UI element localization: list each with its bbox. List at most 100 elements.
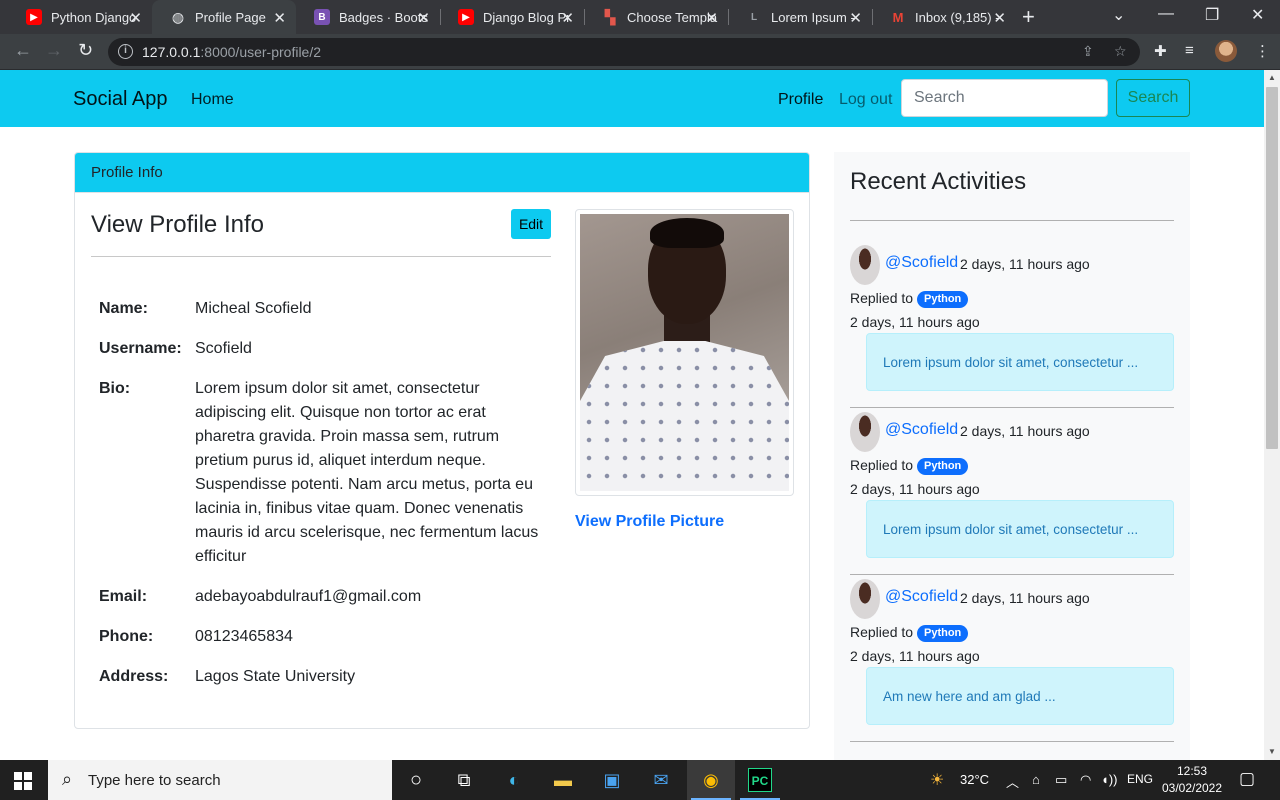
- taskbar-clock[interactable]: 12:53 03/02/2022: [1160, 763, 1224, 797]
- volume-icon[interactable]: ◖)): [1101, 772, 1118, 787]
- window-close-icon[interactable]: ✕: [1251, 5, 1264, 25]
- chrome-icon[interactable]: ◉: [699, 768, 723, 792]
- pycharm-icon[interactable]: PC: [748, 768, 772, 792]
- activity-time: 2 days, 11 hours ago: [960, 256, 1090, 272]
- gmail-icon: M: [892, 9, 904, 25]
- bookmark-star-icon[interactable]: ☆: [1114, 43, 1127, 60]
- tab-django-blog[interactable]: ▶ Django Blog Pr ✕: [440, 0, 584, 34]
- scroll-down-icon[interactable]: ▼: [1268, 747, 1276, 756]
- activity-time: 2 days, 11 hours ago: [850, 648, 980, 664]
- tab-profile-page[interactable]: ◍ Profile Page ✕: [152, 0, 296, 34]
- edge-icon[interactable]: ◐: [502, 768, 526, 792]
- tab-python-django[interactable]: ▶ Python Django ✕: [8, 0, 152, 34]
- url-host: 127.0.0.1: [142, 44, 201, 60]
- mail-icon[interactable]: ✉: [649, 768, 673, 792]
- taskbar-search-box[interactable]: ⌕ Type here to search: [48, 760, 392, 800]
- tab-search-chevron-icon[interactable]: ⌄: [1112, 5, 1125, 25]
- tab-gmail-inbox[interactable]: M Inbox (9,185) - ✕: [872, 0, 1016, 34]
- new-tab-icon[interactable]: +: [1022, 4, 1035, 30]
- forward-icon[interactable]: →: [45, 40, 63, 61]
- weather-icon[interactable]: ☀: [930, 770, 944, 790]
- extensions-icon[interactable]: ✚: [1154, 42, 1167, 60]
- close-icon[interactable]: ✕: [561, 9, 574, 27]
- url-text[interactable]: 127.0.0.1:8000/user-profile/2: [142, 44, 321, 60]
- view-profile-picture-link[interactable]: View Profile Picture: [575, 513, 724, 531]
- card-header: Profile Info: [75, 153, 809, 193]
- address-bar[interactable]: i 127.0.0.1:8000/user-profile/2 ⇪ ☆: [108, 38, 1140, 66]
- activity-message[interactable]: Am new here and am glad ...: [866, 667, 1174, 725]
- reload-icon[interactable]: ↻: [78, 40, 93, 61]
- page-viewport: Social App Home Profile Log out Search P…: [0, 70, 1264, 760]
- back-icon[interactable]: ←: [14, 40, 32, 61]
- scroll-thumb[interactable]: [1266, 87, 1278, 449]
- nav-profile-link[interactable]: Profile: [778, 91, 823, 109]
- url-path: :8000/user-profile/2: [200, 44, 322, 60]
- close-icon[interactable]: ✕: [849, 9, 862, 27]
- page-scrollbar[interactable]: ▲ ▼: [1264, 70, 1280, 760]
- bootstrap-icon: B: [314, 9, 330, 25]
- nav-home-link[interactable]: Home: [191, 91, 234, 109]
- store-icon[interactable]: ▣: [600, 768, 624, 792]
- activity-time: 2 days, 11 hours ago: [850, 314, 980, 330]
- minimize-icon[interactable]: —: [1158, 5, 1174, 23]
- close-icon[interactable]: ✕: [129, 9, 142, 27]
- restore-icon[interactable]: ❐: [1205, 5, 1219, 25]
- activity-item: @Scofield 2 days, 11 hours ago Replied t…: [850, 412, 1174, 579]
- language-indicator[interactable]: ENG: [1127, 772, 1153, 786]
- tray-chevron-icon[interactable]: ︿: [1006, 772, 1019, 791]
- edit-button[interactable]: Edit: [511, 209, 551, 239]
- scroll-up-icon[interactable]: ▲: [1268, 73, 1276, 82]
- network-status-icon[interactable]: ⌂: [1032, 772, 1040, 787]
- wifi-icon[interactable]: ◠: [1080, 772, 1091, 788]
- battery-icon[interactable]: ▭: [1055, 772, 1067, 788]
- tab-bootstrap-badges[interactable]: B Badges · Boots ✕: [296, 0, 440, 34]
- weather-temperature[interactable]: 32°C: [960, 772, 989, 787]
- topic-badge[interactable]: Python: [917, 625, 969, 642]
- activity-action: Replied to: [850, 290, 914, 306]
- clock-time: 12:53: [1176, 764, 1208, 778]
- task-view-icon[interactable]: ⧉: [452, 768, 476, 792]
- profile-card: Profile Info View Profile Info Edit Name…: [74, 152, 810, 729]
- file-explorer-icon[interactable]: ▬: [551, 768, 575, 792]
- cortana-icon[interactable]: ○: [404, 768, 428, 792]
- profile-picture-frame: [575, 209, 794, 496]
- activity-time: 2 days, 11 hours ago: [850, 481, 980, 497]
- close-icon[interactable]: ✕: [705, 9, 718, 27]
- close-icon[interactable]: ✕: [417, 9, 430, 27]
- photo-shirt: [580, 341, 789, 491]
- field-label: Username:: [99, 340, 182, 357]
- tab-lorem-ipsum[interactable]: L Lorem Ipsum - ✕: [728, 0, 872, 34]
- menu-kebab-icon[interactable]: ⋮: [1255, 42, 1270, 60]
- browser-toolbar: ← → ↻ i 127.0.0.1:8000/user-profile/2 ⇪ …: [0, 34, 1280, 70]
- activity-user-link[interactable]: @Scofield: [885, 588, 958, 606]
- profile-avatar[interactable]: [1215, 40, 1237, 62]
- field-label: Address:: [99, 668, 169, 685]
- activity-user-link[interactable]: @Scofield: [885, 421, 958, 439]
- reading-list-icon[interactable]: ≡: [1185, 42, 1194, 59]
- topic-badge[interactable]: Python: [917, 458, 969, 475]
- close-icon[interactable]: ✕: [273, 9, 286, 27]
- share-icon[interactable]: ⇪: [1082, 43, 1094, 60]
- tab-choose-template[interactable]: ▚ Choose Templa ✕: [584, 0, 728, 34]
- avatar: [850, 579, 880, 619]
- photo-hair: [650, 218, 724, 248]
- search-input[interactable]: [901, 79, 1108, 117]
- close-icon[interactable]: ✕: [993, 9, 1006, 27]
- topic-badge[interactable]: Python: [917, 291, 969, 308]
- activity-message[interactable]: Lorem ipsum dolor sit amet, consectetur …: [866, 333, 1174, 391]
- activity-message[interactable]: Lorem ipsum dolor sit amet, consectetur …: [866, 500, 1174, 558]
- divider: [850, 407, 1174, 408]
- brand-link[interactable]: Social App: [73, 88, 168, 111]
- nav-logout-link[interactable]: Log out: [839, 91, 892, 109]
- site-info-icon[interactable]: i: [118, 44, 133, 59]
- notification-icon[interactable]: ▢: [1239, 769, 1255, 789]
- search-button[interactable]: Search: [1116, 79, 1190, 117]
- taskbar-search-placeholder: Type here to search: [88, 772, 221, 789]
- field-label: Name:: [99, 300, 148, 317]
- activity-item: @Scofield 2 days, 11 hours ago Replied t…: [850, 579, 1174, 746]
- activity-time: 2 days, 11 hours ago: [960, 590, 1090, 606]
- youtube-icon: ▶: [26, 9, 42, 25]
- activity-user-link[interactable]: @Scofield: [885, 254, 958, 272]
- activity-action: Replied to: [850, 624, 914, 640]
- windows-start-icon[interactable]: [14, 772, 32, 790]
